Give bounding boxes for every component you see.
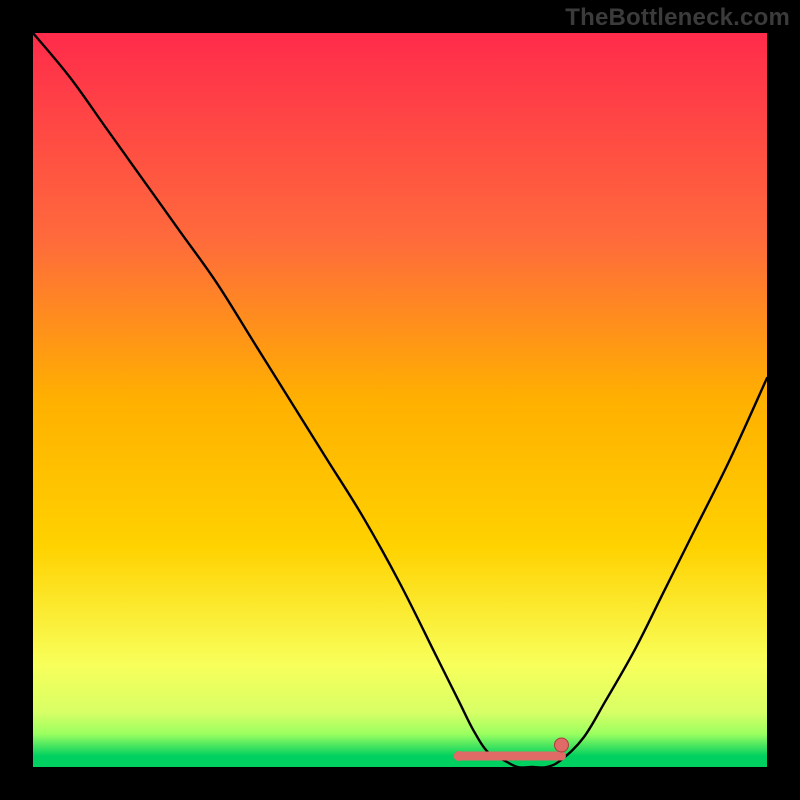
chart-frame: TheBottleneck.com — [0, 0, 800, 800]
gradient-background — [33, 33, 767, 767]
watermark-text: TheBottleneck.com — [565, 4, 790, 32]
range-cap-left — [454, 751, 464, 761]
plot-area — [33, 33, 767, 767]
marker-dot-0 — [554, 738, 568, 752]
bottleneck-curve-chart — [33, 33, 767, 767]
